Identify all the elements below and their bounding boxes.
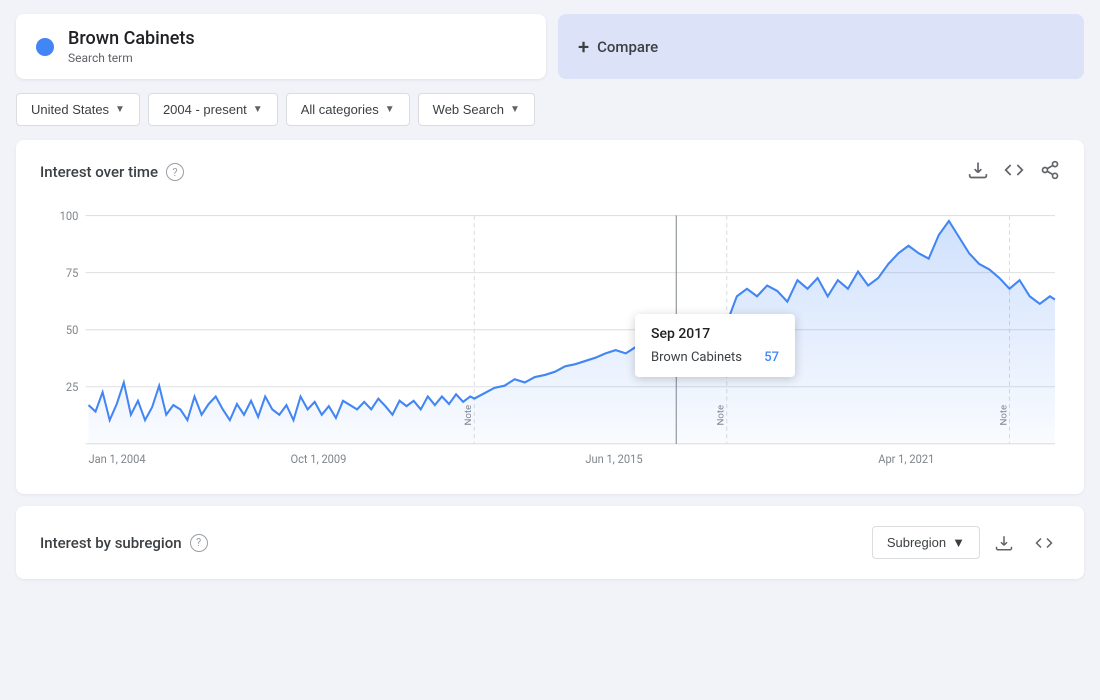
svg-text:50: 50 [66,323,78,337]
chart-actions [968,160,1060,184]
location-filter[interactable]: United States ▼ [16,93,140,126]
time-filter[interactable]: 2004 - present ▼ [148,93,278,126]
time-filter-chevron: ▼ [253,104,263,115]
svg-text:Oct 1, 2009: Oct 1, 2009 [290,452,346,466]
subregion-chevron-icon: ▼ [952,535,965,550]
svg-text:Jan 1, 2004: Jan 1, 2004 [88,452,146,466]
svg-text:25: 25 [66,380,78,394]
interest-by-subregion-card: Interest by subregion ? Subregion ▼ [16,506,1084,579]
svg-text:75: 75 [66,266,78,280]
subregion-label: Subregion [887,535,946,550]
share-button[interactable] [1040,160,1060,184]
search-term-subtitle: Search term [68,51,195,65]
main-content: Interest over time ? [0,140,1100,579]
location-filter-label: United States [31,102,109,117]
chart-header: Interest over time ? [40,160,1060,184]
filter-row: United States ▼ 2004 - present ▼ All cat… [0,93,1100,140]
chart-help-icon[interactable]: ? [166,163,184,181]
top-bar: Brown Cabinets Search term + Compare [0,0,1100,93]
category-filter-label: All categories [301,102,379,117]
search-type-filter-chevron: ▼ [510,104,520,115]
search-term-card: Brown Cabinets Search term [16,14,546,79]
compare-card[interactable]: + Compare [558,14,1084,79]
trend-chart-svg: 100 75 50 25 Jan 1, 2004 Oct 1, 2009 Jun… [40,194,1060,474]
subregion-download-button[interactable] [988,527,1020,559]
interest-over-time-card: Interest over time ? [16,140,1084,494]
search-dot [36,38,54,56]
bottom-card-right: Subregion ▼ [872,526,1060,559]
search-term-text: Brown Cabinets Search term [68,28,195,65]
chart-title-group: Interest over time ? [40,163,184,181]
search-term-title: Brown Cabinets [68,28,195,49]
compare-plus-icon: + [578,35,589,59]
svg-text:Jun 1, 2015: Jun 1, 2015 [585,452,642,466]
search-type-filter-label: Web Search [433,102,504,117]
subregion-dropdown[interactable]: Subregion ▼ [872,526,980,559]
bottom-card-left: Interest by subregion ? [40,534,208,552]
location-filter-chevron: ▼ [115,104,125,115]
subregion-title: Interest by subregion [40,534,182,552]
embed-button[interactable] [1004,160,1024,184]
subregion-help-icon[interactable]: ? [190,534,208,552]
tooltip-dot [671,342,681,353]
search-type-filter[interactable]: Web Search ▼ [418,93,535,126]
svg-text:100: 100 [60,208,79,222]
category-filter-chevron: ▼ [385,104,395,115]
chart-title: Interest over time [40,163,158,181]
compare-label: Compare [597,38,658,56]
svg-text:Apr 1, 2021: Apr 1, 2021 [878,452,934,466]
category-filter[interactable]: All categories ▼ [286,93,410,126]
subregion-embed-button[interactable] [1028,527,1060,559]
chart-area: 100 75 50 25 Jan 1, 2004 Oct 1, 2009 Jun… [40,194,1060,474]
time-filter-label: 2004 - present [163,102,247,117]
download-button[interactable] [968,160,988,184]
